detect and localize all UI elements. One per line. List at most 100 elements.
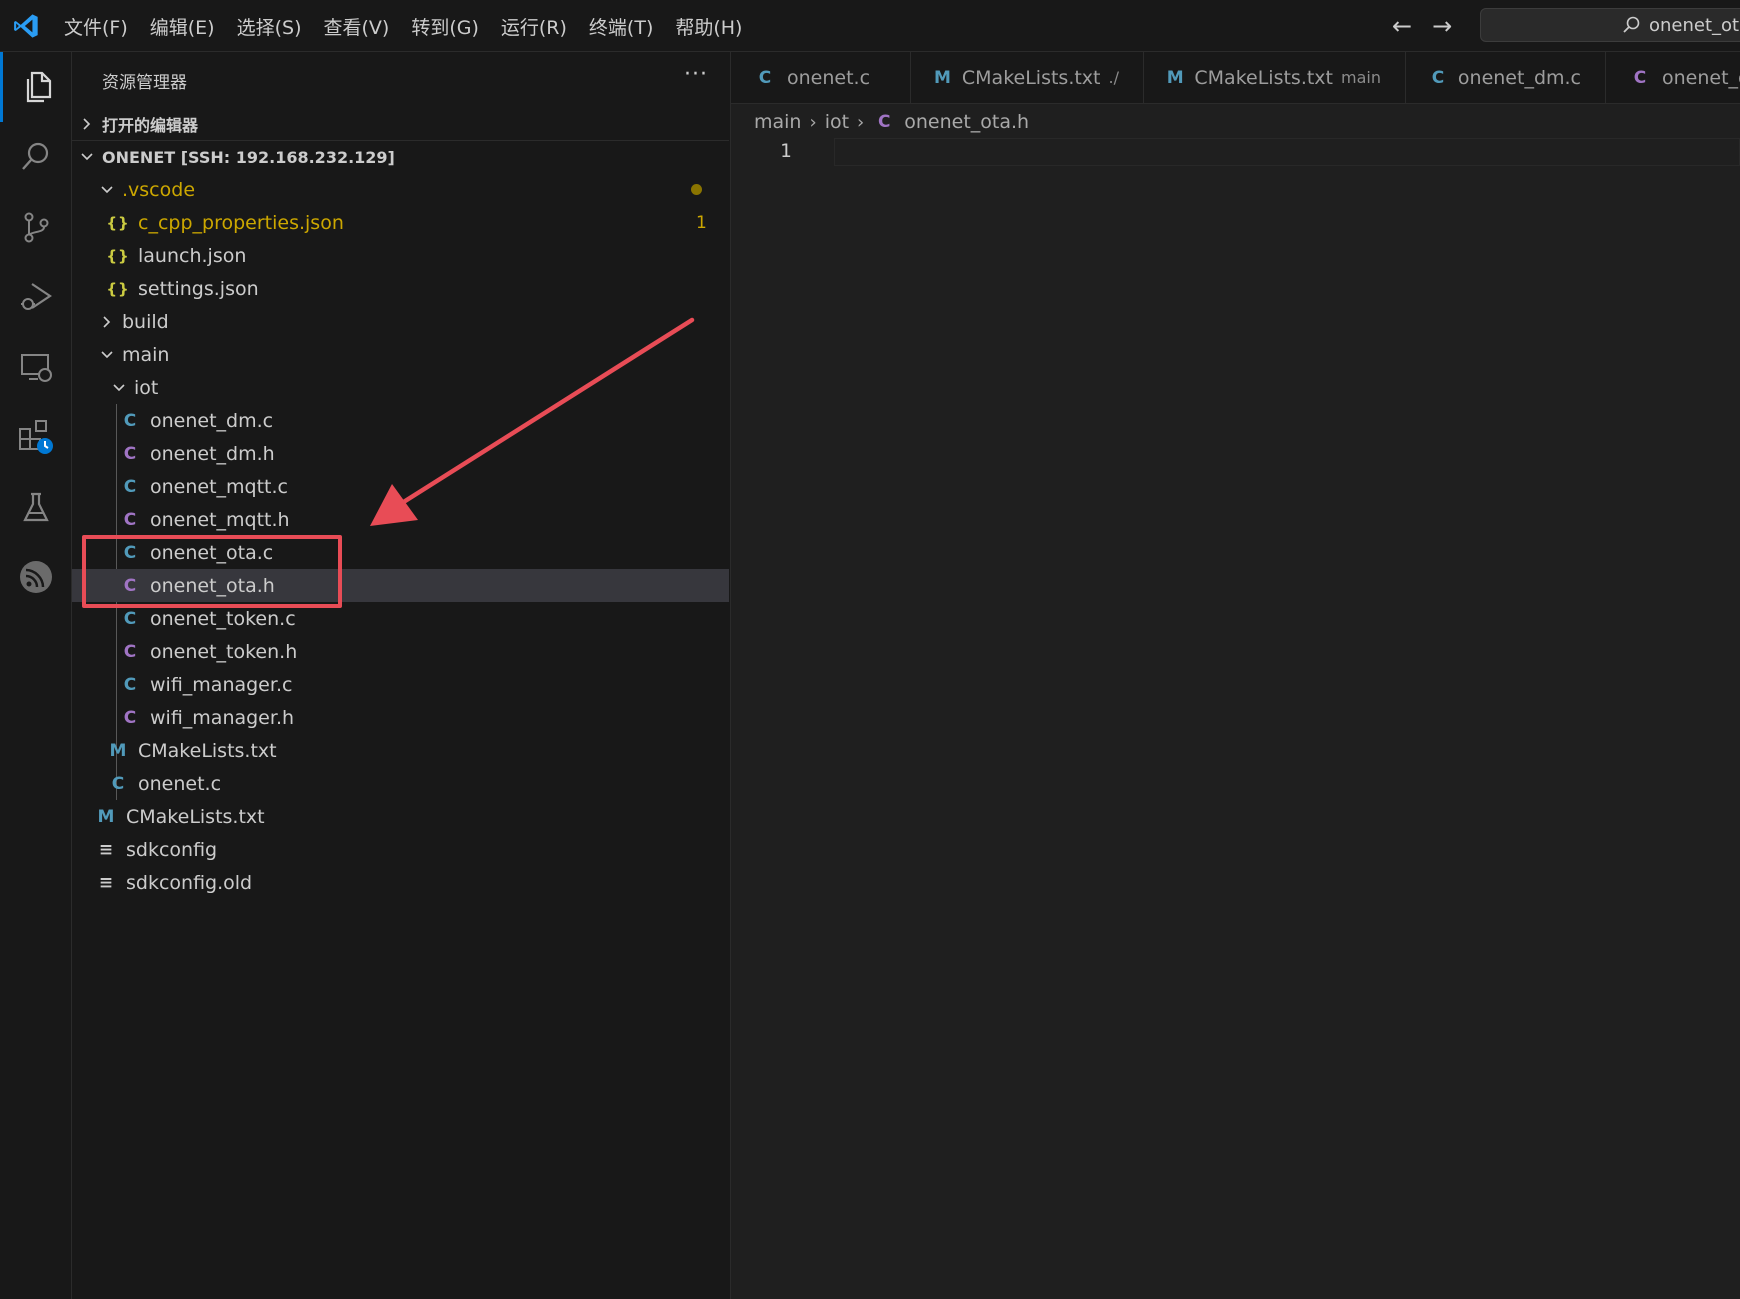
tab-label: CMakeLists.txt: [961, 66, 1101, 89]
search-activity[interactable]: [0, 122, 72, 192]
cmake-file-icon: M: [933, 67, 951, 88]
run-debug-icon: [21, 283, 52, 310]
tab-cmakelists-root[interactable]: M CMakeLists.txt ./: [911, 52, 1144, 103]
menu-view[interactable]: 查看(V): [324, 13, 390, 40]
menu-edit[interactable]: 编辑(E): [150, 13, 215, 40]
tree-item-build-folder[interactable]: build: [72, 305, 729, 338]
tree-item-label: settings.json: [138, 277, 259, 300]
editor-tabs: C onenet.c M CMakeLists.txt ./ M CMakeLi…: [731, 52, 1740, 104]
tree-item-label: onenet_token.c: [150, 607, 296, 630]
workspace-section[interactable]: ONENET [SSH: 192.168.232.129]: [72, 140, 729, 173]
tab-onenet-dm-c[interactable]: C onenet_dm.c: [1406, 52, 1606, 103]
tree-item-c-cpp-properties[interactable]: {} c_cpp_properties.json 1: [72, 206, 729, 239]
tree-item-settings-json[interactable]: {} settings.json: [72, 272, 729, 305]
breadcrumb-iot[interactable]: iot: [825, 111, 849, 133]
search-icon: [1623, 16, 1640, 33]
explorer-activity[interactable]: [0, 52, 72, 122]
header-file-icon: C: [878, 112, 891, 132]
tree-item-launch-json[interactable]: {} launch.json: [72, 239, 729, 272]
tree-item-vscode-folder[interactable]: .vscode: [72, 173, 729, 206]
tree-item-label: CMakeLists.txt: [138, 739, 277, 762]
tree-item-label: onenet_dm.c: [150, 409, 274, 432]
tree-item-label: launch.json: [138, 244, 247, 267]
source-control-icon: [24, 212, 49, 243]
back-arrow-icon[interactable]: ←: [1392, 12, 1412, 40]
remote-explorer-icon: [21, 354, 52, 382]
header-file-icon: C: [123, 443, 137, 464]
menu-run[interactable]: 运行(R): [501, 13, 567, 40]
breadcrumb-file[interactable]: onenet_ota.h: [904, 111, 1029, 133]
tree-item-label: onenet_dm.h: [150, 442, 275, 465]
navigation-arrows: ← →: [1392, 12, 1452, 40]
json-file-icon: {}: [106, 213, 130, 232]
line-number: 1: [780, 140, 792, 162]
tree-item-main-folder[interactable]: main: [72, 338, 729, 371]
tab-label: onenet.c: [787, 66, 871, 89]
vscode-logo-icon: [14, 14, 38, 38]
tree-item-sdkconfig[interactable]: ≡ sdkconfig: [72, 833, 729, 866]
command-center-search[interactable]: onenet_ota.h: [1480, 8, 1740, 42]
tree-item-sdkconfig-old[interactable]: ≡ sdkconfig.old: [72, 866, 729, 899]
chevron-right-icon: [83, 117, 91, 130]
problem-count-badge: 1: [696, 212, 707, 233]
tree-item-onenet-token-h[interactable]: C onenet_token.h: [72, 635, 729, 668]
chevron-down-icon: [113, 383, 125, 391]
menu-help[interactable]: 帮助(H): [675, 13, 742, 40]
open-editors-section[interactable]: 打开的编辑器: [72, 107, 729, 140]
menu-bar: 文件(F) 编辑(E) 选择(S) 查看(V) 转到(G) 运行(R) 终端(T…: [64, 0, 764, 52]
espressif-activity[interactable]: [0, 542, 72, 612]
tree-item-main-cmakelists[interactable]: M CMakeLists.txt: [72, 734, 729, 767]
tree-item-onenet-c[interactable]: C onenet.c: [72, 767, 729, 800]
title-bar: 文件(F) 编辑(E) 选择(S) 查看(V) 转到(G) 运行(R) 终端(T…: [0, 0, 1740, 52]
extensions-activity[interactable]: [0, 402, 72, 472]
menu-go[interactable]: 转到(G): [411, 13, 479, 40]
tree-item-root-cmakelists[interactable]: M CMakeLists.txt: [72, 800, 729, 833]
extensions-icon: [19, 420, 53, 454]
tree-item-iot-folder[interactable]: iot: [72, 371, 729, 404]
c-file-icon: C: [123, 476, 137, 497]
run-debug-activity[interactable]: [0, 262, 72, 332]
tree-item-label: wifi_manager.h: [150, 706, 295, 729]
tree-item-wifi-manager-h[interactable]: C wifi_manager.h: [72, 701, 729, 734]
editor-current-line[interactable]: [834, 138, 1740, 166]
more-actions-icon[interactable]: ···: [684, 62, 708, 87]
header-file-icon: C: [123, 641, 137, 662]
menu-terminal[interactable]: 终端(T): [589, 13, 653, 40]
tree-item-label: .vscode: [122, 178, 196, 201]
tree-item-wifi-manager-c[interactable]: C wifi_manager.c: [72, 668, 729, 701]
tree-item-onenet-dm-c[interactable]: C onenet_dm.c: [72, 404, 729, 437]
tree-item-onenet-mqtt-h[interactable]: C onenet_mqtt.h: [72, 503, 729, 536]
menu-file[interactable]: 文件(F): [64, 13, 128, 40]
text-file-icon: ≡: [98, 872, 114, 893]
menu-selection[interactable]: 选择(S): [237, 13, 302, 40]
chevron-right-icon: ›: [857, 111, 865, 133]
tree-item-onenet-dm-h[interactable]: C onenet_dm.h: [72, 437, 729, 470]
tab-onenet-c[interactable]: C onenet.c: [731, 52, 911, 103]
tree-item-label: wifi_manager.c: [150, 673, 293, 696]
tree-item-label: CMakeLists.txt: [126, 805, 265, 828]
tab-onenet-dm-h[interactable]: C onenet_dr: [1606, 52, 1740, 103]
files-icon: [26, 71, 51, 103]
modified-dot-icon: [691, 184, 702, 195]
chevron-right-icon: [103, 315, 111, 328]
c-file-icon: C: [123, 410, 137, 431]
testing-activity[interactable]: [0, 472, 72, 542]
tab-cmakelists-main[interactable]: M CMakeLists.txt main: [1144, 52, 1406, 103]
activity-bar: [0, 52, 72, 1299]
chevron-down-icon: [81, 153, 93, 161]
breadcrumb-main[interactable]: main: [754, 111, 801, 133]
tree-item-label: build: [122, 310, 169, 333]
tab-label: onenet_dm.c: [1457, 66, 1581, 89]
header-file-icon: C: [123, 707, 137, 728]
c-file-icon: C: [123, 674, 137, 695]
c-file-icon: C: [111, 773, 125, 794]
header-file-icon: C: [123, 509, 137, 530]
explorer-title: 资源管理器: [102, 73, 187, 93]
tree-item-onenet-mqtt-c[interactable]: C onenet_mqtt.c: [72, 470, 729, 503]
forward-arrow-icon[interactable]: →: [1432, 12, 1452, 40]
source-control-activity[interactable]: [0, 192, 72, 262]
explorer-sidebar: 资源管理器 ··· 打开的编辑器 ONENET [SSH: 192.168.23…: [72, 52, 731, 1299]
tab-description: main: [1341, 68, 1381, 87]
remote-explorer-activity[interactable]: [0, 332, 72, 402]
espressif-icon: [20, 561, 52, 593]
